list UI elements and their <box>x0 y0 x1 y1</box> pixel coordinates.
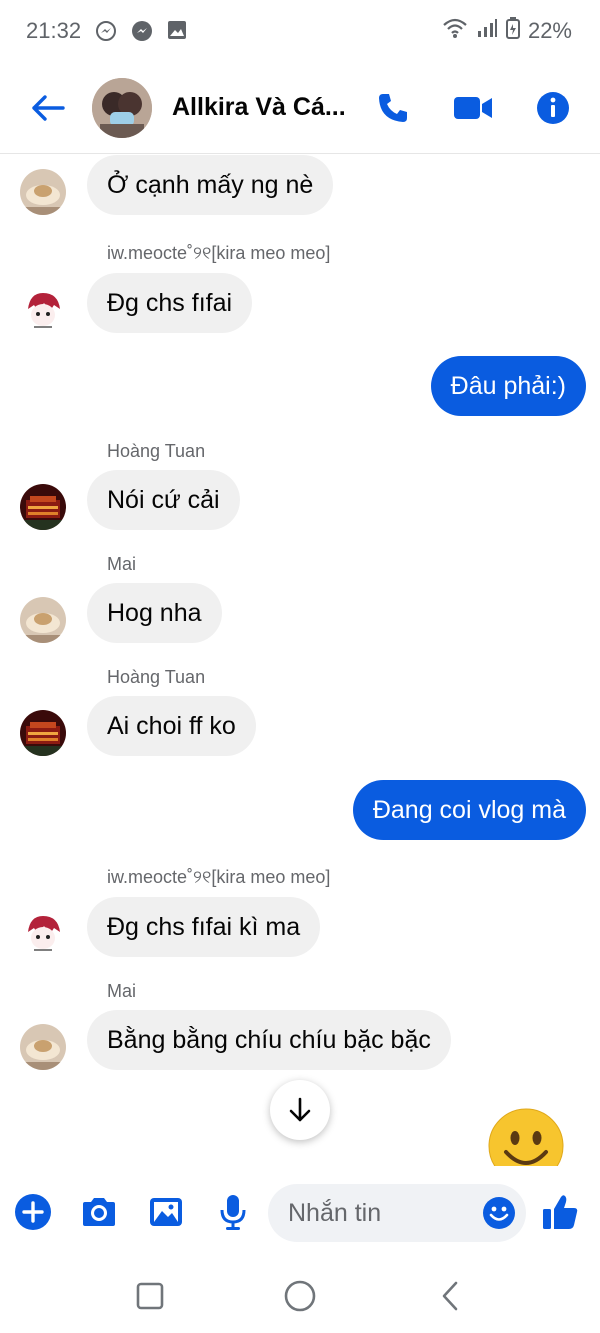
message-bubble-incoming[interactable]: Ai choi ff ko <box>87 696 256 756</box>
sender-avatar-hoang[interactable] <box>20 484 66 530</box>
message-bubble-outgoing[interactable]: Đang coi vlog mà <box>352 780 586 840</box>
emoji-button[interactable] <box>482 1196 516 1230</box>
battery-icon <box>505 17 520 45</box>
message-bubble-incoming[interactable]: Nói cứ cải <box>87 470 240 530</box>
video-call-button[interactable] <box>449 84 497 132</box>
system-nav-bar <box>0 1262 600 1333</box>
signal-icon <box>476 17 498 45</box>
video-camera-icon <box>454 97 492 119</box>
message-bubble-incoming[interactable]: Ở cạnh mấy ng nè <box>87 155 334 215</box>
camera-button[interactable] <box>77 1190 121 1234</box>
status-bar: 21:32 22% <box>0 0 600 62</box>
message-input-placeholder: Nhắn tin <box>288 1198 382 1227</box>
sender-name: Hoàng Tuan <box>107 667 206 687</box>
info-icon <box>537 92 569 124</box>
thumbs-up-icon <box>543 1195 578 1229</box>
recents-icon <box>136 1282 164 1310</box>
voice-message-button[interactable] <box>211 1190 255 1234</box>
message-bubble-incoming[interactable]: Hog nha <box>87 583 222 643</box>
sender-avatar-kira[interactable] <box>20 910 66 956</box>
sender-name: Mai <box>107 554 137 574</box>
plus-icon <box>15 1194 51 1230</box>
phone-icon <box>379 94 407 122</box>
message-bubble-incoming[interactable]: Bằng bằng chíu chíu bặc bặc <box>87 1010 451 1070</box>
sender-name: iw.meocte˚୨୧[kira meo meo] <box>107 867 331 887</box>
messenger-icon <box>95 20 117 42</box>
microphone-icon <box>220 1195 246 1230</box>
message-bubble-outgoing[interactable]: Đâu phải:) <box>430 356 586 416</box>
sender-avatar-hoang[interactable] <box>20 710 66 756</box>
battery-percent: 22% <box>527 18 572 43</box>
group-avatar[interactable] <box>92 77 152 138</box>
gallery-button[interactable] <box>144 1190 188 1234</box>
messenger-icon <box>131 20 153 42</box>
sender-avatar-mai[interactable] <box>20 1024 66 1070</box>
smiley-emoji-icon <box>488 1108 564 1166</box>
sender-name: iw.meocte˚୨୧[kira meo meo] <box>107 243 331 263</box>
sender-avatar-mai[interactable] <box>20 597 66 643</box>
back-button[interactable] <box>24 84 72 132</box>
scroll-to-bottom-button[interactable] <box>270 1080 330 1140</box>
recents-button[interactable] <box>130 1276 170 1316</box>
more-actions-button[interactable] <box>11 1190 55 1234</box>
home-button[interactable] <box>280 1276 320 1316</box>
back-icon <box>442 1281 458 1311</box>
status-time: 21:32 <box>26 18 82 43</box>
image-icon <box>150 1198 182 1226</box>
gallery-icon <box>167 20 189 42</box>
emoji-icon <box>483 1197 515 1229</box>
system-back-button[interactable] <box>430 1276 470 1316</box>
back-arrow-icon <box>32 94 65 121</box>
sender-avatar-mai[interactable] <box>20 169 66 215</box>
like-button[interactable] <box>538 1190 582 1234</box>
arrow-down-icon <box>289 1097 311 1122</box>
home-icon <box>284 1280 316 1312</box>
sender-name: Mai <box>107 981 137 1001</box>
chat-title[interactable]: Allkira Và Cá... <box>172 93 352 122</box>
sender-name: Hoàng Tuan <box>107 441 206 461</box>
message-bubble-incoming[interactable]: Đg chs fıfai kì ma <box>87 897 321 957</box>
sender-avatar-kira[interactable] <box>20 287 66 333</box>
voice-call-button[interactable] <box>369 84 417 132</box>
message-list[interactable]: Ở cạnh mấy ng nè iw.meocte˚୨୧[kira meo m… <box>0 154 600 1164</box>
message-composer: Nhắn tin <box>0 1166 600 1262</box>
camera-icon <box>83 1198 115 1226</box>
message-input[interactable]: Nhắn tin <box>268 1184 526 1242</box>
chat-header: Allkira Và Cá... <box>0 62 600 154</box>
chat-info-button[interactable] <box>529 84 577 132</box>
wifi-icon <box>442 17 468 45</box>
message-bubble-incoming[interactable]: Đg chs fıfai <box>87 273 253 333</box>
